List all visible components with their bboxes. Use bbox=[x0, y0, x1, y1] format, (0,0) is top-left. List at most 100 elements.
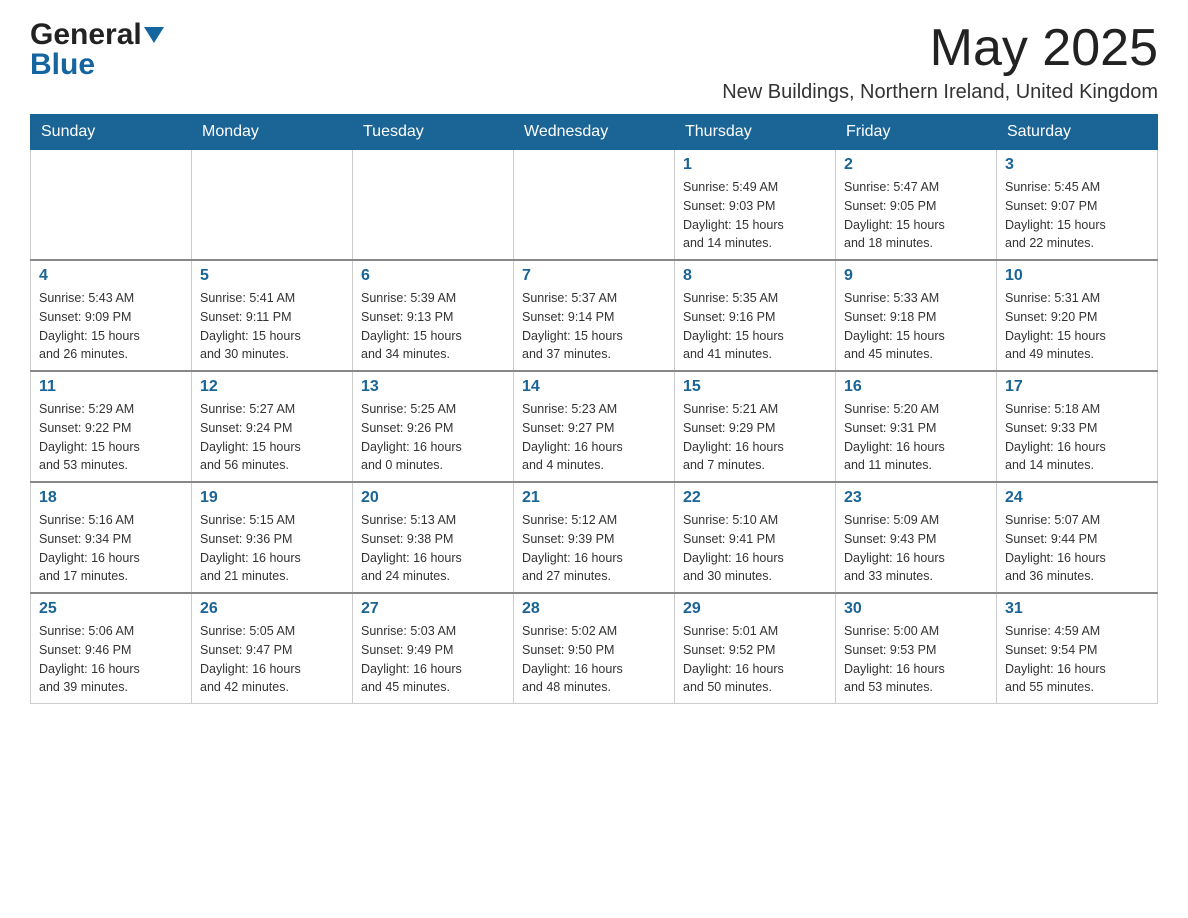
calendar-cell: 9 Sunrise: 5:33 AMSunset: 9:18 PMDaylight… bbox=[836, 260, 997, 371]
calendar-cell: 7 Sunrise: 5:37 AMSunset: 9:14 PMDaylight… bbox=[514, 260, 675, 371]
cell-day-number: 16 bbox=[844, 378, 988, 396]
calendar-cell: 29Sunrise: 5:01 AMSunset: 9:52 PMDayligh… bbox=[675, 593, 836, 704]
calendar-cell: 10 Sunrise: 5:31 AMSunset: 9:20 PMDayligh… bbox=[997, 260, 1158, 371]
calendar-cell: 12Sunrise: 5:27 AMSunset: 9:24 PMDayligh… bbox=[192, 371, 353, 482]
cell-day-number: 23 bbox=[844, 489, 988, 507]
cell-day-number: 7 bbox=[522, 267, 666, 285]
cell-day-number: 13 bbox=[361, 378, 505, 396]
calendar-cell: 15 Sunrise: 5:21 AMSunset: 9:29 PMDayligh… bbox=[675, 371, 836, 482]
calendar-day-header: Friday bbox=[836, 115, 997, 150]
calendar-cell bbox=[514, 150, 675, 261]
week-row: 25 Sunrise: 5:06 AMSunset: 9:46 PMDayligh… bbox=[31, 593, 1158, 704]
calendar-cell: 21Sunrise: 5:12 AMSunset: 9:39 PMDayligh… bbox=[514, 482, 675, 593]
cell-day-number: 2 bbox=[844, 156, 988, 174]
cell-day-number: 29 bbox=[683, 600, 827, 618]
cell-day-number: 9 bbox=[844, 267, 988, 285]
cell-day-number: 25 bbox=[39, 600, 183, 618]
calendar-cell: 19 Sunrise: 5:15 AMSunset: 9:36 PMDayligh… bbox=[192, 482, 353, 593]
cell-day-number: 14 bbox=[522, 378, 666, 396]
cell-sun-info: Sunrise: 5:31 AMSunset: 9:20 PMDaylight:… bbox=[1005, 289, 1149, 364]
cell-sun-info: Sunrise: 4:59 AMSunset: 9:54 PMDaylight:… bbox=[1005, 622, 1149, 697]
calendar-cell: 27 Sunrise: 5:03 AMSunset: 9:49 PMDayligh… bbox=[353, 593, 514, 704]
cell-sun-info: Sunrise: 5:18 AMSunset: 9:33 PMDaylight:… bbox=[1005, 400, 1149, 475]
calendar-cell: 5Sunrise: 5:41 AMSunset: 9:11 PMDaylight… bbox=[192, 260, 353, 371]
cell-sun-info: Sunrise: 5:33 AMSunset: 9:18 PMDaylight:… bbox=[844, 289, 988, 364]
calendar-day-header: Thursday bbox=[675, 115, 836, 150]
calendar-cell: 26 Sunrise: 5:05 AMSunset: 9:47 PMDayligh… bbox=[192, 593, 353, 704]
calendar-day-header: Wednesday bbox=[514, 115, 675, 150]
page-header: General Blue May 2025 New Buildings, Nor… bbox=[30, 20, 1158, 104]
cell-day-number: 28 bbox=[522, 600, 666, 618]
cell-sun-info: Sunrise: 5:25 AMSunset: 9:26 PMDaylight:… bbox=[361, 400, 505, 475]
calendar-cell: 8 Sunrise: 5:35 AMSunset: 9:16 PMDaylight… bbox=[675, 260, 836, 371]
logo-general-text: General bbox=[30, 20, 142, 50]
title-area: May 2025 New Buildings, Northern Ireland… bbox=[722, 20, 1158, 104]
cell-day-number: 18 bbox=[39, 489, 183, 507]
calendar-table: SundayMondayTuesdayWednesdayThursdayFrid… bbox=[30, 114, 1158, 704]
week-row: 1Sunrise: 5:49 AMSunset: 9:03 PMDaylight… bbox=[31, 150, 1158, 261]
calendar-cell: 1Sunrise: 5:49 AMSunset: 9:03 PMDaylight… bbox=[675, 150, 836, 261]
calendar-cell: 13 Sunrise: 5:25 AMSunset: 9:26 PMDayligh… bbox=[353, 371, 514, 482]
cell-sun-info: Sunrise: 5:03 AMSunset: 9:49 PMDaylight:… bbox=[361, 622, 505, 697]
cell-sun-info: Sunrise: 5:02 AMSunset: 9:50 PMDaylight:… bbox=[522, 622, 666, 697]
calendar-cell: 23 Sunrise: 5:09 AMSunset: 9:43 PMDayligh… bbox=[836, 482, 997, 593]
month-title: May 2025 bbox=[722, 20, 1158, 77]
week-row: 11 Sunrise: 5:29 AMSunset: 9:22 PMDayligh… bbox=[31, 371, 1158, 482]
calendar-cell bbox=[31, 150, 192, 261]
logo-triangle-icon bbox=[144, 27, 164, 43]
cell-day-number: 31 bbox=[1005, 600, 1149, 618]
calendar-day-header: Tuesday bbox=[353, 115, 514, 150]
cell-sun-info: Sunrise: 5:23 AMSunset: 9:27 PMDaylight:… bbox=[522, 400, 666, 475]
cell-sun-info: Sunrise: 5:07 AMSunset: 9:44 PMDaylight:… bbox=[1005, 511, 1149, 586]
cell-sun-info: Sunrise: 5:15 AMSunset: 9:36 PMDaylight:… bbox=[200, 511, 344, 586]
cell-sun-info: Sunrise: 5:47 AMSunset: 9:05 PMDaylight:… bbox=[844, 178, 988, 253]
cell-sun-info: Sunrise: 5:21 AMSunset: 9:29 PMDaylight:… bbox=[683, 400, 827, 475]
cell-sun-info: Sunrise: 5:05 AMSunset: 9:47 PMDaylight:… bbox=[200, 622, 344, 697]
cell-day-number: 6 bbox=[361, 267, 505, 285]
cell-sun-info: Sunrise: 5:29 AMSunset: 9:22 PMDaylight:… bbox=[39, 400, 183, 475]
cell-day-number: 21 bbox=[522, 489, 666, 507]
calendar-cell: 25 Sunrise: 5:06 AMSunset: 9:46 PMDayligh… bbox=[31, 593, 192, 704]
calendar-cell: 14 Sunrise: 5:23 AMSunset: 9:27 PMDayligh… bbox=[514, 371, 675, 482]
location-subtitle: New Buildings, Northern Ireland, United … bbox=[722, 81, 1158, 104]
calendar-cell: 3Sunrise: 5:45 AMSunset: 9:07 PMDaylight… bbox=[997, 150, 1158, 261]
calendar-cell: 2 Sunrise: 5:47 AMSunset: 9:05 PMDaylight… bbox=[836, 150, 997, 261]
calendar-cell: 20 Sunrise: 5:13 AMSunset: 9:38 PMDayligh… bbox=[353, 482, 514, 593]
cell-day-number: 15 bbox=[683, 378, 827, 396]
cell-sun-info: Sunrise: 5:45 AMSunset: 9:07 PMDaylight:… bbox=[1005, 178, 1149, 253]
calendar-cell: 16Sunrise: 5:20 AMSunset: 9:31 PMDayligh… bbox=[836, 371, 997, 482]
cell-day-number: 8 bbox=[683, 267, 827, 285]
cell-sun-info: Sunrise: 5:49 AMSunset: 9:03 PMDaylight:… bbox=[683, 178, 827, 253]
week-row: 4 Sunrise: 5:43 AMSunset: 9:09 PMDaylight… bbox=[31, 260, 1158, 371]
cell-sun-info: Sunrise: 5:10 AMSunset: 9:41 PMDaylight:… bbox=[683, 511, 827, 586]
cell-sun-info: Sunrise: 5:06 AMSunset: 9:46 PMDaylight:… bbox=[39, 622, 183, 697]
calendar-cell: 22 Sunrise: 5:10 AMSunset: 9:41 PMDayligh… bbox=[675, 482, 836, 593]
calendar-day-header: Monday bbox=[192, 115, 353, 150]
calendar-cell: 31 Sunrise: 4:59 AMSunset: 9:54 PMDayligh… bbox=[997, 593, 1158, 704]
cell-sun-info: Sunrise: 5:35 AMSunset: 9:16 PMDaylight:… bbox=[683, 289, 827, 364]
logo-triangle-wrap bbox=[144, 27, 164, 43]
cell-day-number: 10 bbox=[1005, 267, 1149, 285]
calendar-cell: 11 Sunrise: 5:29 AMSunset: 9:22 PMDayligh… bbox=[31, 371, 192, 482]
cell-sun-info: Sunrise: 5:41 AMSunset: 9:11 PMDaylight:… bbox=[200, 289, 344, 364]
cell-day-number: 22 bbox=[683, 489, 827, 507]
calendar-day-header: Sunday bbox=[31, 115, 192, 150]
cell-day-number: 4 bbox=[39, 267, 183, 285]
cell-sun-info: Sunrise: 5:16 AMSunset: 9:34 PMDaylight:… bbox=[39, 511, 183, 586]
cell-sun-info: Sunrise: 5:09 AMSunset: 9:43 PMDaylight:… bbox=[844, 511, 988, 586]
calendar-cell: 6 Sunrise: 5:39 AMSunset: 9:13 PMDaylight… bbox=[353, 260, 514, 371]
cell-day-number: 12 bbox=[200, 378, 344, 396]
cell-day-number: 19 bbox=[200, 489, 344, 507]
cell-day-number: 17 bbox=[1005, 378, 1149, 396]
cell-day-number: 26 bbox=[200, 600, 344, 618]
cell-sun-info: Sunrise: 5:13 AMSunset: 9:38 PMDaylight:… bbox=[361, 511, 505, 586]
calendar-day-header: Saturday bbox=[997, 115, 1158, 150]
calendar-header-row: SundayMondayTuesdayWednesdayThursdayFrid… bbox=[31, 115, 1158, 150]
cell-day-number: 20 bbox=[361, 489, 505, 507]
cell-sun-info: Sunrise: 5:39 AMSunset: 9:13 PMDaylight:… bbox=[361, 289, 505, 364]
cell-day-number: 11 bbox=[39, 378, 183, 396]
cell-day-number: 27 bbox=[361, 600, 505, 618]
cell-day-number: 24 bbox=[1005, 489, 1149, 507]
cell-sun-info: Sunrise: 5:37 AMSunset: 9:14 PMDaylight:… bbox=[522, 289, 666, 364]
cell-sun-info: Sunrise: 5:43 AMSunset: 9:09 PMDaylight:… bbox=[39, 289, 183, 364]
